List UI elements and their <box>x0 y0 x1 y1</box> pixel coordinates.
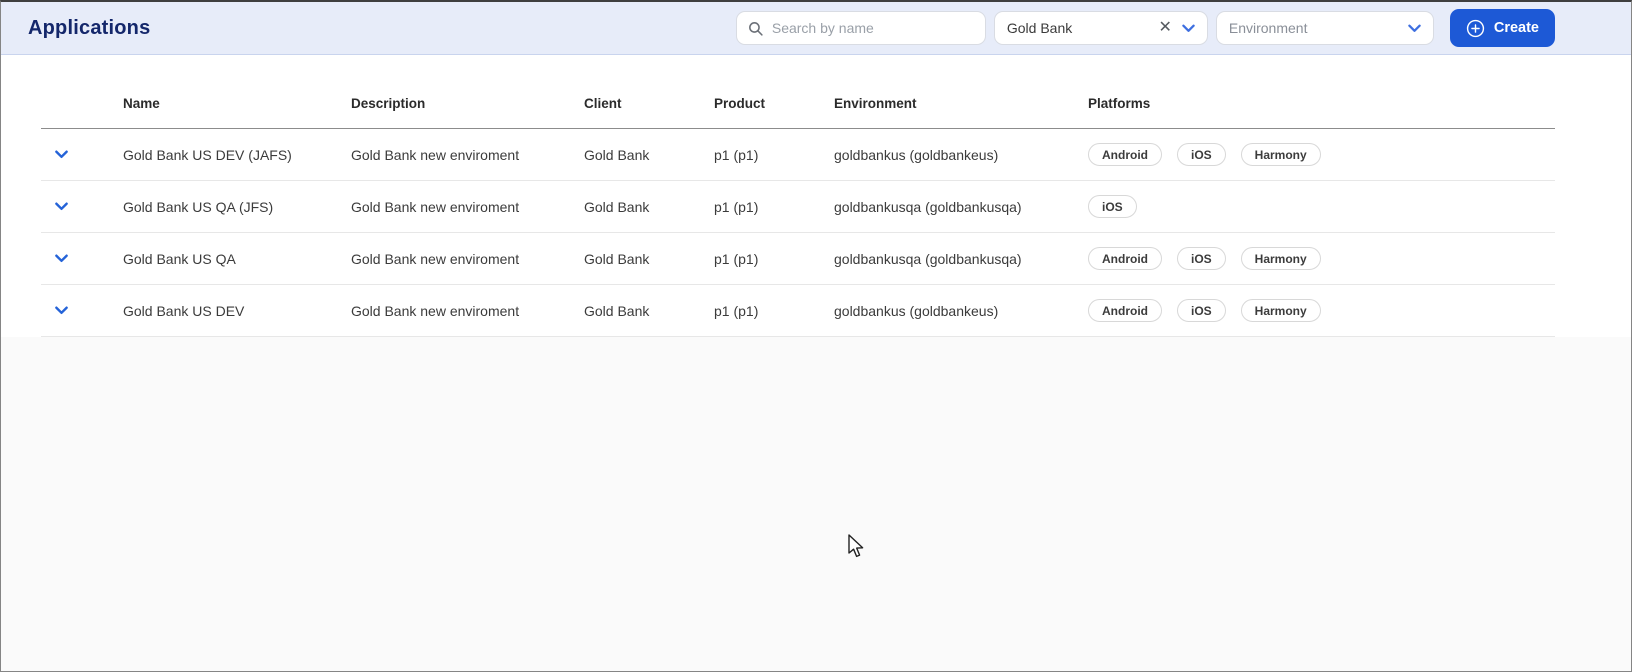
cell-product: p1 (p1) <box>714 302 759 319</box>
topbar-controls: Gold Bank ✕ Environment Create <box>735 9 1555 47</box>
platform-badge: Harmony <box>1240 247 1321 270</box>
chevron-down-icon[interactable] <box>1182 24 1195 33</box>
chevron-down-icon[interactable] <box>55 306 68 315</box>
applications-table: Name Description Client Product Environm… <box>1 55 1631 337</box>
platform-badge: Harmony <box>1240 143 1321 166</box>
cell-product: p1 (p1) <box>714 250 759 267</box>
cell-platforms: Android iOS Harmony <box>1088 299 1555 322</box>
platform-badge: iOS <box>1088 195 1137 218</box>
expand-row-button[interactable] <box>41 150 123 159</box>
cell-product: p1 (p1) <box>714 198 759 215</box>
search-box[interactable] <box>735 11 986 45</box>
platform-badge: Harmony <box>1240 299 1321 322</box>
cell-client: Gold Bank <box>584 302 650 319</box>
column-header-name: Name <box>123 96 160 111</box>
table-row[interactable]: Gold Bank US QA Gold Bank new enviroment… <box>41 233 1555 285</box>
platform-badge: iOS <box>1177 299 1226 322</box>
app-window: Applications Gold Bank ✕ Environment <box>0 0 1632 672</box>
expand-row-button[interactable] <box>41 202 123 211</box>
column-header-product: Product <box>714 96 766 111</box>
cell-environment: goldbankus (goldbankeus) <box>834 302 999 319</box>
column-header-client: Client <box>584 96 622 111</box>
cell-platforms: Android iOS Harmony <box>1088 143 1555 166</box>
column-header-platforms: Platforms <box>1088 96 1151 111</box>
environment-filter-select[interactable]: Environment <box>1215 11 1434 45</box>
client-filter-select[interactable]: Gold Bank ✕ <box>993 11 1208 45</box>
chevron-down-icon[interactable] <box>1408 24 1421 33</box>
column-expander <box>41 111 123 128</box>
cell-description: Gold Bank new enviroment <box>351 198 520 215</box>
column-header-description: Description <box>351 96 426 111</box>
clear-client-filter-icon[interactable]: ✕ <box>1158 20 1171 36</box>
chevron-down-icon[interactable] <box>55 202 68 211</box>
platform-badge: Android <box>1088 299 1162 322</box>
chevron-down-icon[interactable] <box>55 150 68 159</box>
cell-environment: goldbankus (goldbankeus) <box>834 146 999 163</box>
search-icon <box>748 21 763 36</box>
cell-description: Gold Bank new enviroment <box>351 146 520 163</box>
cell-description: Gold Bank new enviroment <box>351 302 520 319</box>
platform-badge: Android <box>1088 143 1162 166</box>
table-row[interactable]: Gold Bank US QA (JFS) Gold Bank new envi… <box>41 181 1555 233</box>
create-button[interactable]: Create <box>1449 9 1555 47</box>
cell-name: Gold Bank US QA (JFS) <box>123 198 274 215</box>
cell-name: Gold Bank US DEV (JAFS) <box>123 146 292 163</box>
cell-platforms: Android iOS Harmony <box>1088 247 1555 270</box>
cell-product: p1 (p1) <box>714 146 759 163</box>
create-button-label: Create <box>1493 20 1539 36</box>
page-title: Applications <box>28 16 151 39</box>
cell-name: Gold Bank US QA <box>123 250 236 267</box>
cell-description: Gold Bank new enviroment <box>351 250 520 267</box>
search-input[interactable] <box>771 20 975 36</box>
cell-client: Gold Bank <box>584 146 650 163</box>
expand-row-button[interactable] <box>41 254 123 263</box>
plus-circle-icon <box>1466 19 1484 37</box>
cell-environment: goldbankusqa (goldbankusqa) <box>834 198 1022 215</box>
cell-environment: goldbankusqa (goldbankusqa) <box>834 250 1022 267</box>
expand-row-button[interactable] <box>41 306 123 315</box>
table-header-row: Name Description Client Product Environm… <box>41 55 1555 129</box>
cell-platforms: iOS <box>1088 195 1555 218</box>
chevron-down-icon[interactable] <box>55 254 68 263</box>
client-filter-value: Gold Bank <box>1006 20 1073 36</box>
table-row[interactable]: Gold Bank US DEV (JAFS) Gold Bank new en… <box>41 129 1555 181</box>
mouse-cursor <box>848 534 864 558</box>
platform-badge: iOS <box>1177 143 1226 166</box>
top-header-bar: Applications Gold Bank ✕ Environment <box>1 2 1631 55</box>
cell-client: Gold Bank <box>584 198 650 215</box>
cell-client: Gold Bank <box>584 250 650 267</box>
environment-filter-placeholder: Environment <box>1228 20 1308 36</box>
table-row[interactable]: Gold Bank US DEV Gold Bank new enviromen… <box>41 285 1555 337</box>
platform-badge: iOS <box>1177 247 1226 270</box>
platform-badge: Android <box>1088 247 1162 270</box>
table-body: Gold Bank US DEV (JAFS) Gold Bank new en… <box>41 129 1555 337</box>
column-header-environment: Environment <box>834 96 917 111</box>
cell-name: Gold Bank US DEV <box>123 302 245 319</box>
